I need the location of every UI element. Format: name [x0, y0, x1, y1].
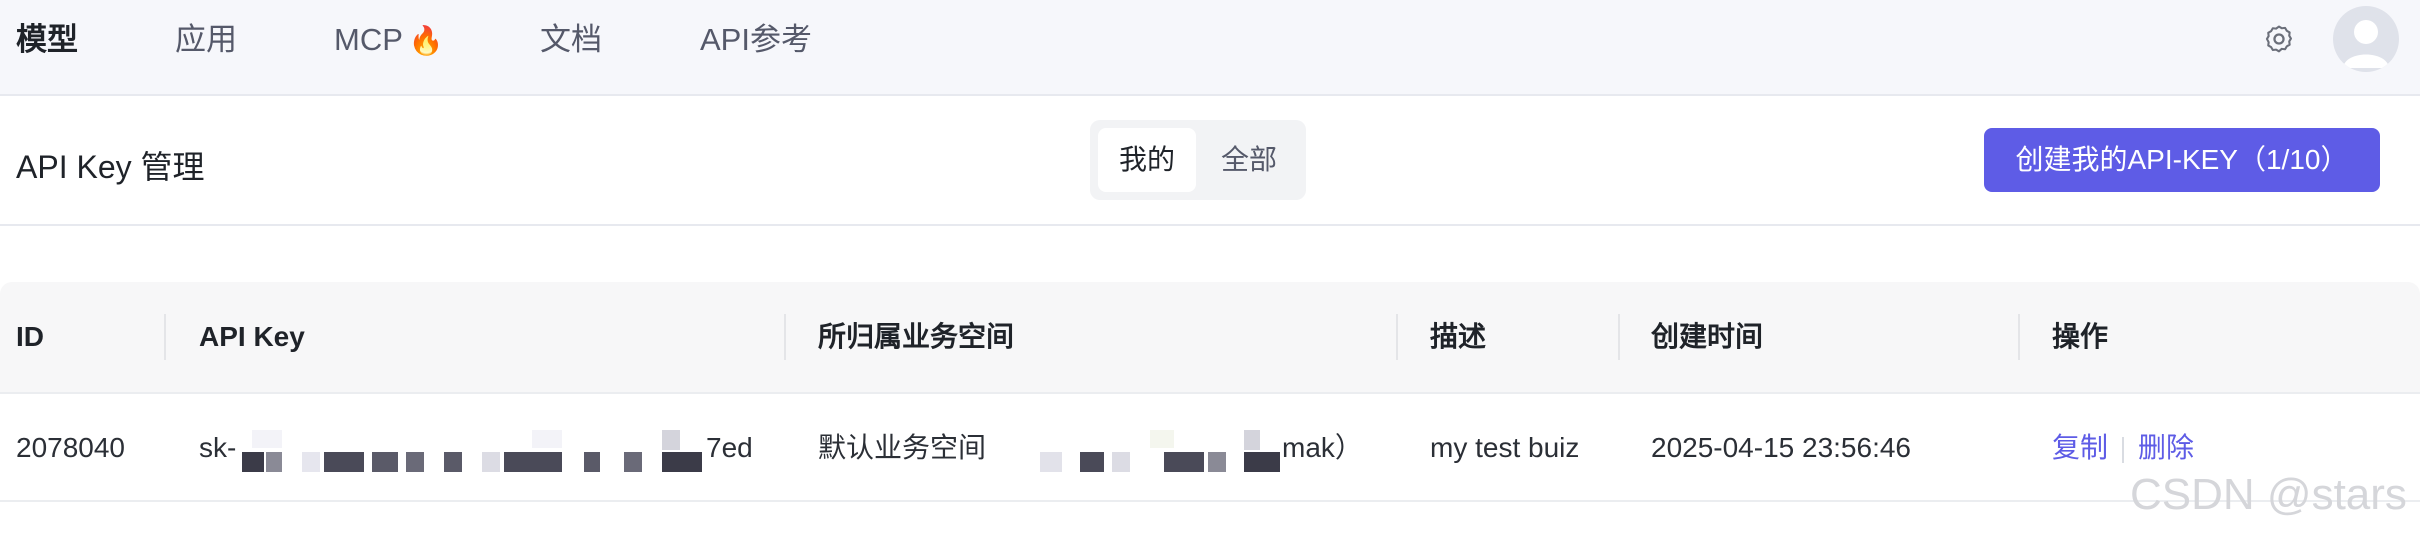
- column-divider: [1618, 314, 1620, 360]
- column-divider: [1396, 314, 1398, 360]
- cell-workspace-name: 默认业务空间: [818, 432, 987, 463]
- cell-api-key-prefix: sk-: [199, 432, 237, 463]
- copy-link[interactable]: 复制: [2052, 432, 2108, 463]
- cell-api-key-suffix: 7ed: [706, 432, 753, 463]
- avatar-icon: [2343, 20, 2389, 68]
- cell-workspace-suffix: mak）: [1282, 432, 1363, 463]
- nav-item-mcp[interactable]: MCP 🔥: [334, 18, 444, 62]
- column-header-id: ID: [16, 321, 44, 352]
- column-divider: [2018, 314, 2020, 360]
- nav-item-api-reference[interactable]: API参考: [700, 18, 812, 62]
- column-divider: [164, 314, 166, 360]
- gear-icon[interactable]: [2262, 22, 2296, 56]
- column-header-created-at: 创建时间: [1651, 321, 1764, 352]
- table-header: ID API Key 所归属业务空间 描述 创建时间 操作: [0, 282, 2420, 392]
- column-header-api-key: API Key: [199, 321, 305, 352]
- nav-item-mcp-label: MCP: [334, 22, 403, 57]
- api-key-redaction: [232, 394, 708, 502]
- column-header-workspace: 所归属业务空间: [818, 321, 1015, 352]
- cell-created-at: 2025-04-15 23:56:46: [1651, 432, 1911, 463]
- segment-all[interactable]: 全部: [1200, 128, 1298, 192]
- workspace-redaction: [1000, 394, 1282, 502]
- delete-link[interactable]: 删除: [2138, 432, 2194, 463]
- api-key-table: ID API Key 所归属业务空间 描述 创建时间 操作 2078040 sk…: [0, 282, 2420, 502]
- nav-item-docs[interactable]: 文档: [540, 18, 602, 62]
- column-header-description: 描述: [1430, 321, 1487, 352]
- page-title: API Key 管理: [16, 149, 205, 185]
- create-api-key-button[interactable]: 创建我的API-KEY（1/10）: [1984, 128, 2380, 192]
- action-divider: [2122, 436, 2125, 463]
- column-divider: [784, 314, 786, 360]
- watermark: CSDN @stars: [2130, 470, 2407, 519]
- nav-item-models[interactable]: 模型: [16, 18, 78, 62]
- nav-item-apps[interactable]: 应用: [175, 18, 237, 62]
- cell-description: my test buiz: [1430, 432, 1580, 463]
- table-row: 2078040 sk- 7ed 默认业务空间 mak） my test buiz…: [0, 392, 2420, 502]
- scope-segmented-control: 我的 全部: [1090, 120, 1306, 200]
- avatar[interactable]: [2333, 6, 2399, 72]
- fire-icon: 🔥: [408, 25, 444, 56]
- column-header-actions: 操作: [2052, 321, 2109, 352]
- page-header: API Key 管理 我的 全部 创建我的API-KEY（1/10）: [0, 98, 2420, 226]
- top-nav: 模型 应用 MCP 🔥 文档 API参考: [0, 0, 2420, 96]
- cell-id: 2078040: [16, 432, 126, 463]
- segment-mine[interactable]: 我的: [1098, 128, 1196, 192]
